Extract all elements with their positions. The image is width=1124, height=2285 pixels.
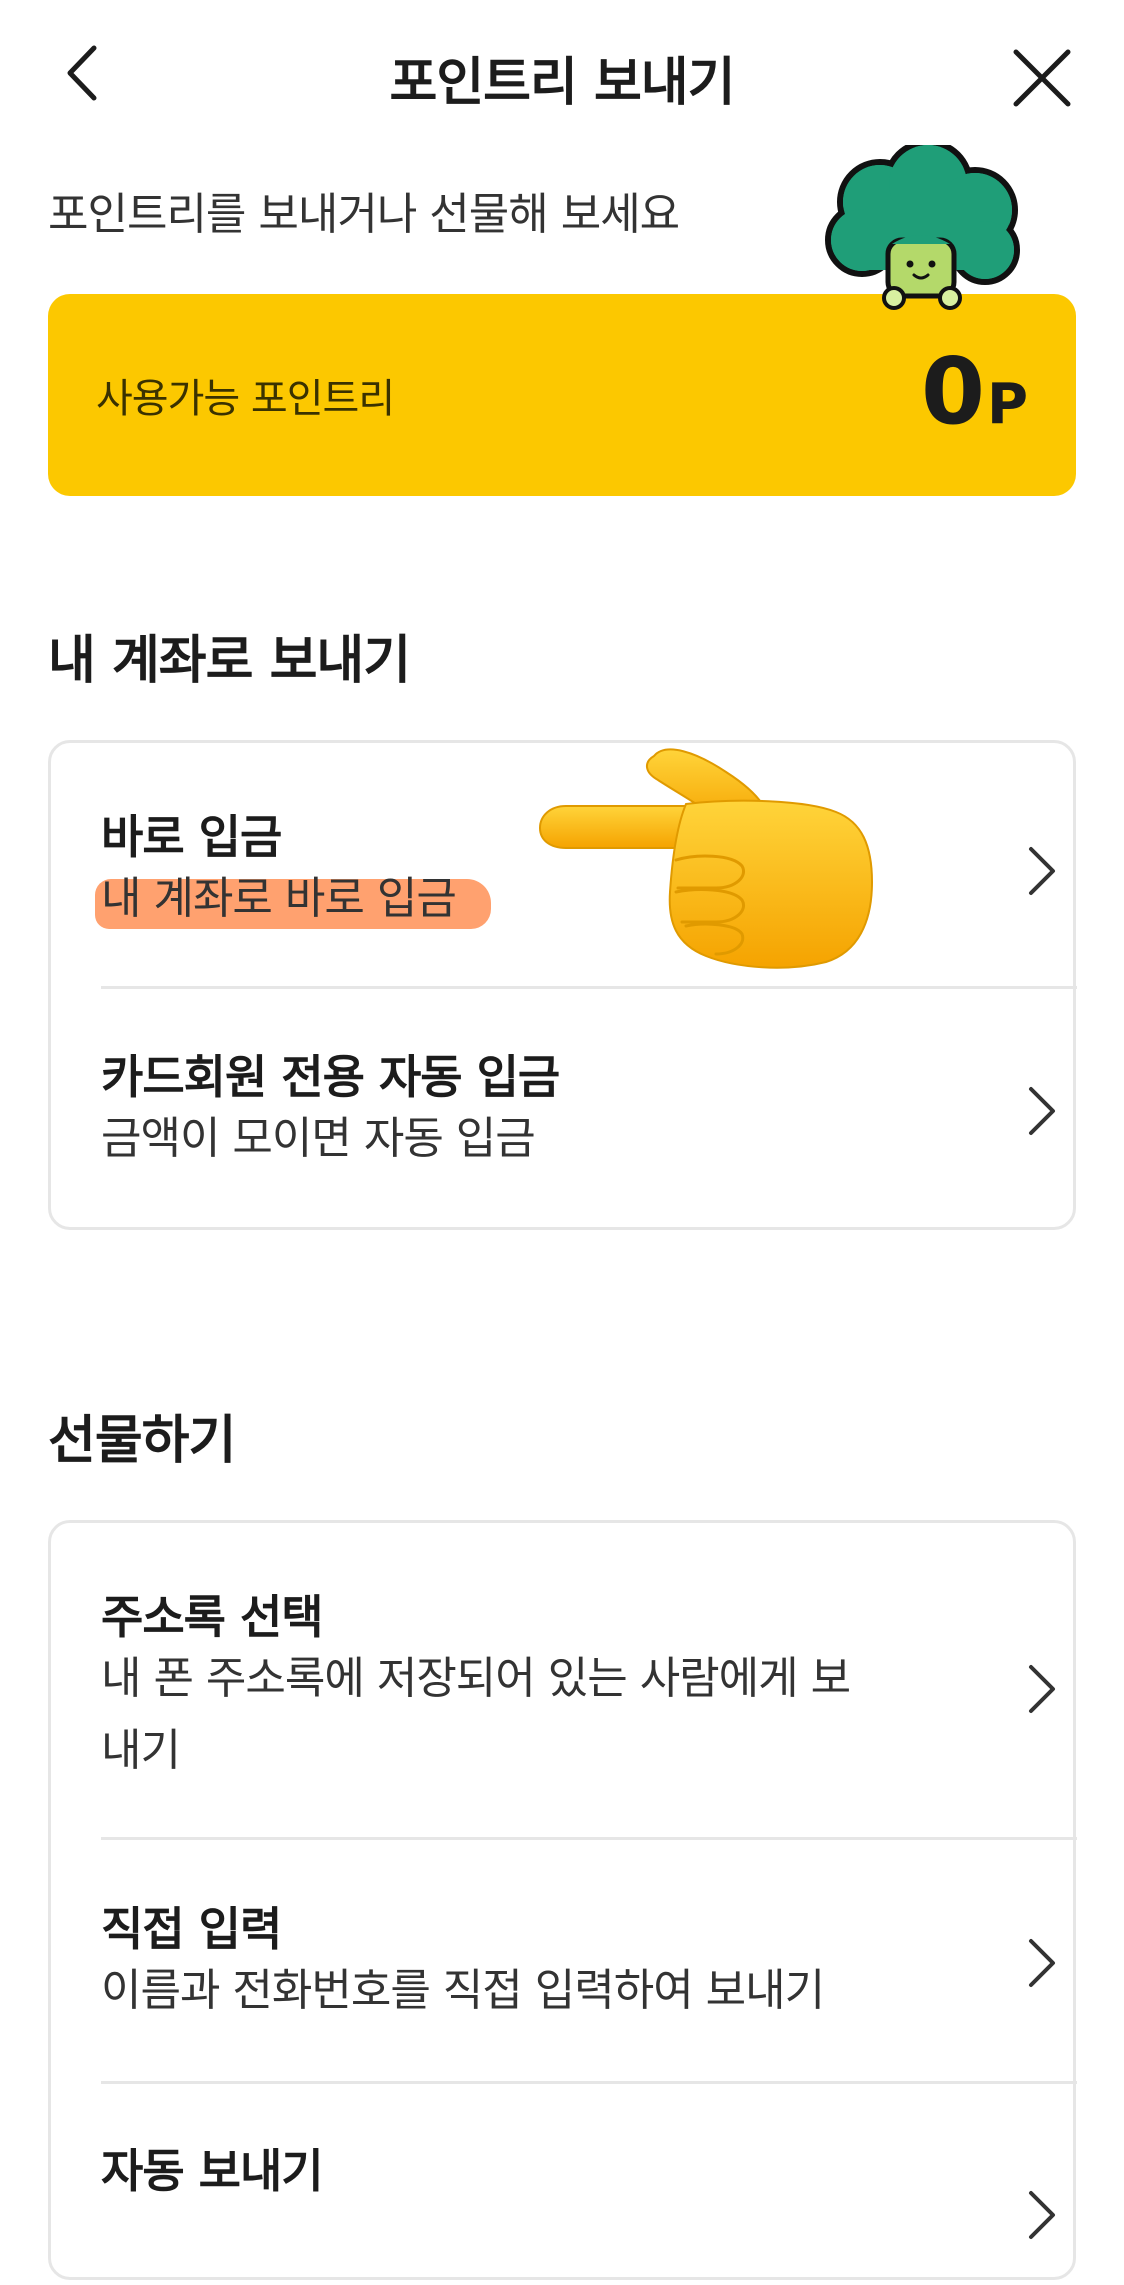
direct-input-description: 이름과 전화번호를 직접 입력하여 보내기	[101, 1965, 825, 2016]
chevron-right-icon	[1029, 847, 1055, 895]
close-button[interactable]	[1002, 38, 1082, 118]
card-member-auto-deposit-row[interactable]: 카드회원 전용 자동 입금 금액이 모이면 자동 입금	[101, 1041, 1077, 1191]
contacts-select-row[interactable]: 주소록 선택 내 폰 주소록에 저장되어 있는 사람에게 보내기	[101, 1581, 1077, 1807]
direct-input-title: 직접 입력	[101, 1902, 282, 1956]
points-unit: P	[986, 372, 1028, 437]
intro-subtitle: 포인트리를 보내거나 선물해 보세요	[48, 189, 680, 240]
chevron-right-icon	[1029, 2191, 1055, 2239]
my-account-section-title: 내 계좌로 보내기	[48, 631, 411, 691]
broccoli-mascot-icon	[825, 140, 1020, 310]
available-points-value: 0P	[920, 338, 1028, 445]
instant-deposit-title: 바로 입금	[101, 810, 282, 864]
divider	[101, 1837, 1077, 1840]
top-bar: 포인트리 보내기	[0, 0, 1124, 145]
points-number: 0	[920, 338, 985, 445]
contacts-select-description: 내 폰 주소록에 저장되어 있는 사람에게 보내기	[101, 1653, 851, 1776]
divider	[101, 986, 1077, 989]
auto-send-title: 자동 보내기	[101, 2144, 324, 2198]
chevron-right-icon	[1029, 1087, 1055, 1135]
contacts-select-title: 주소록 선택	[101, 1590, 324, 1644]
close-icon	[1013, 49, 1071, 107]
divider	[101, 2081, 1077, 2084]
pointing-hand-icon	[538, 748, 874, 969]
auto-send-row[interactable]: 자동 보내기	[101, 2135, 1077, 2285]
gift-card: 주소록 선택 내 폰 주소록에 저장되어 있는 사람에게 보내기 직접 입력 이…	[48, 1520, 1077, 2280]
page-title: 포인트리 보내기	[389, 53, 736, 113]
auto-deposit-title: 카드회원 전용 자동 입금	[101, 1050, 560, 1104]
available-points-label: 사용가능 포인트리	[96, 376, 395, 422]
auto-deposit-description: 금액이 모이면 자동 입금	[101, 1113, 536, 1164]
available-points-card: 사용가능 포인트리 0P	[48, 294, 1076, 496]
chevron-right-icon	[1029, 1665, 1055, 1713]
direct-input-row[interactable]: 직접 입력 이름과 전화번호를 직접 입력하여 보내기	[101, 1893, 1077, 2043]
chevron-right-icon	[1029, 1939, 1055, 1987]
gift-section-title: 선물하기	[48, 1411, 236, 1471]
